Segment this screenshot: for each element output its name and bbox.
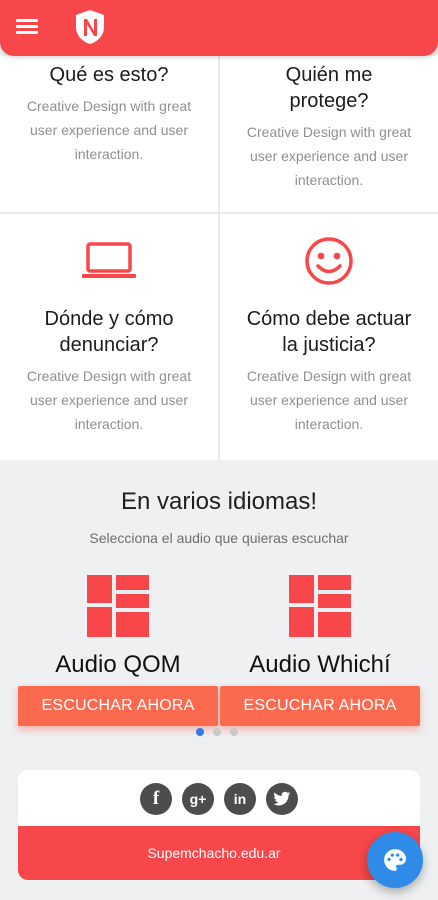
footer-site-bar: Supemchacho.edu.ar <box>18 826 420 880</box>
feature-card-what: Qué es esto? Creative Design with great … <box>0 56 218 212</box>
app-header <box>0 0 438 56</box>
audio-name: Audio QOM <box>55 651 181 678</box>
carousel-dot[interactable] <box>230 728 238 736</box>
section-title: En varios idiomas! <box>120 488 318 515</box>
google-plus-icon[interactable]: g+ <box>182 783 214 815</box>
listen-now-button-whichi[interactable]: ESCUCHAR AHORA <box>220 686 420 726</box>
linkedin-icon[interactable]: in <box>224 783 256 815</box>
palette-icon[interactable] <box>367 832 423 888</box>
feature-title: Qué es esto? <box>49 64 169 86</box>
section-subtitle: Selecciona el audio que quieras escuchar <box>89 530 349 546</box>
smiley-icon <box>305 237 353 285</box>
feature-text: Creative Design with great user experien… <box>26 368 192 432</box>
feature-title: Quién me protege? <box>285 64 373 112</box>
audio-slide-qom: Audio QOM <box>18 575 218 679</box>
feature-card-where: Dónde y cómo denunciar? Creative Design … <box>0 214 218 460</box>
feature-title: Dónde y cómo denunciar? <box>44 308 174 356</box>
carousel-dot[interactable] <box>196 728 204 736</box>
feature-text: Creative Design with great user experien… <box>246 368 412 432</box>
audio-slide-whichi: Audio Whichí <box>220 575 420 679</box>
social-links: f g+ in <box>18 783 420 815</box>
feature-card-justice: Cómo debe actuar la justicia? Creative D… <box>220 214 438 460</box>
site-url[interactable]: Supemchacho.edu.ar <box>147 845 280 861</box>
feature-text: Creative Design with great user experien… <box>246 124 412 188</box>
feature-card-who: Quién me protege? Creative Design with g… <box>220 56 438 212</box>
grid-tiles-icon <box>289 575 351 637</box>
audio-name: Audio Whichí <box>249 651 391 678</box>
grid-tiles-icon <box>87 575 149 637</box>
twitter-icon[interactable] <box>266 783 298 815</box>
languages-section: En varios idiomas! Selecciona el audio q… <box>0 460 438 760</box>
shield-n-logo[interactable] <box>74 9 106 45</box>
listen-now-button-qom[interactable]: ESCUCHAR AHORA <box>18 686 218 726</box>
carousel-pagination <box>196 728 238 736</box>
facebook-icon[interactable]: f <box>140 783 172 815</box>
carousel-dot[interactable] <box>213 728 221 736</box>
feature-text: Creative Design with great user experien… <box>26 98 192 162</box>
feature-title: Cómo debe actuar la justicia? <box>246 308 412 356</box>
feature-grid: Qué es esto? Creative Design with great … <box>0 56 438 460</box>
hamburger-menu-icon[interactable] <box>16 16 40 38</box>
laptop-icon <box>82 242 136 278</box>
footer-card: f g+ in Supemchacho.edu.ar <box>18 770 420 880</box>
